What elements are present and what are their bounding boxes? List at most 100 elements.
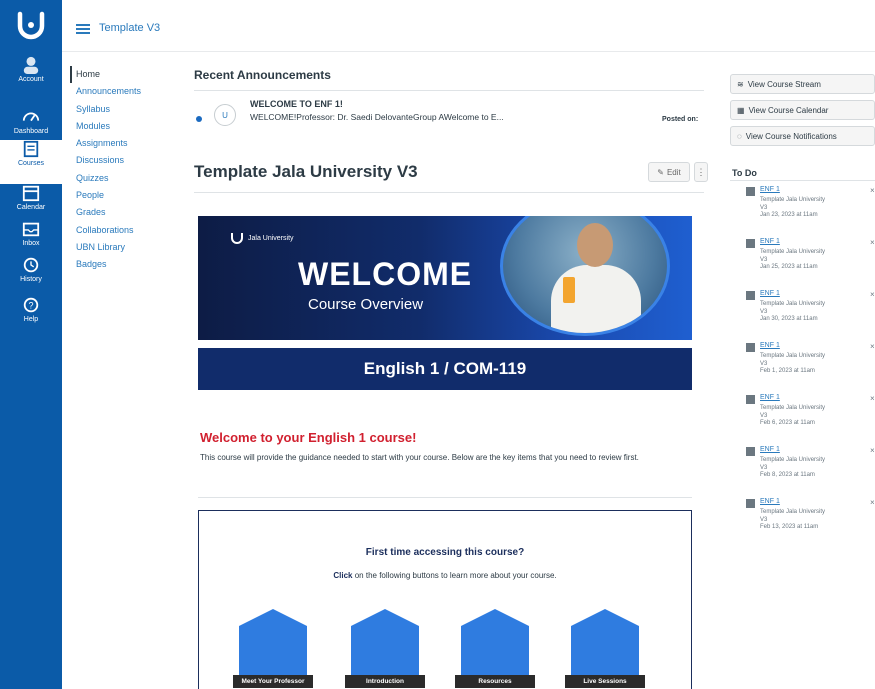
first-access-box: First time accessing this course? Click … bbox=[198, 510, 692, 689]
view-course-notifications-button[interactable]: ◌ View Course Notifications bbox=[730, 126, 875, 146]
banner-welcome: WELCOME bbox=[298, 256, 473, 292]
assignment-icon bbox=[746, 499, 755, 508]
todo-course: Template Jala University V3 bbox=[760, 457, 826, 471]
dismiss-icon[interactable]: × bbox=[870, 498, 875, 507]
todo-date: Feb 6, 2023 at 11am bbox=[760, 420, 815, 426]
banner-logo: Jala University bbox=[230, 232, 294, 244]
banner-brand: Jala University bbox=[248, 234, 294, 242]
edit-label: Edit bbox=[666, 167, 681, 177]
calendar-icon bbox=[22, 185, 40, 202]
todo-title: To Do bbox=[732, 168, 757, 178]
courses-icon bbox=[23, 140, 39, 158]
announcement-heading[interactable]: WELCOME TO ENF 1! bbox=[250, 99, 343, 109]
live-sessions-image bbox=[571, 609, 639, 677]
intro-heading: Welcome to your English 1 course! bbox=[200, 430, 417, 445]
global-nav: Account Dashboard Courses Calendar Inbox… bbox=[0, 0, 62, 689]
nav-help[interactable]: ? Help bbox=[0, 296, 62, 340]
history-icon bbox=[23, 257, 39, 273]
nav-label: Calendar bbox=[16, 204, 46, 211]
bell-icon: ◌ bbox=[737, 131, 742, 141]
course-nav-syllabus[interactable]: Syllabus bbox=[70, 101, 180, 118]
dismiss-icon[interactable]: × bbox=[870, 238, 875, 247]
nav-history[interactable]: History bbox=[0, 256, 62, 300]
todo-link[interactable]: ENF 1 bbox=[760, 290, 780, 297]
more-options-button[interactable]: ⋮ bbox=[694, 162, 708, 182]
dismiss-icon[interactable]: × bbox=[870, 186, 875, 195]
todo-course: Template Jala University V3 bbox=[760, 249, 826, 263]
assignment-icon bbox=[746, 343, 755, 352]
todo-date: Jan 23, 2023 at 11am bbox=[760, 212, 818, 218]
todo-course: Template Jala University V3 bbox=[760, 301, 826, 315]
page-title: Template Jala University V3 bbox=[194, 162, 418, 181]
todo-link[interactable]: ENF 1 bbox=[760, 342, 780, 349]
dismiss-icon[interactable]: × bbox=[870, 394, 875, 403]
assignment-icon bbox=[746, 395, 755, 404]
announcement-posted: Posted on: bbox=[662, 116, 699, 123]
todo-course: Template Jala University V3 bbox=[760, 197, 826, 211]
university-logo[interactable] bbox=[8, 6, 54, 46]
first-access-question: First time accessing this course? bbox=[365, 547, 525, 558]
nav-label: Courses bbox=[17, 160, 45, 167]
todo-link[interactable]: ENF 1 bbox=[760, 394, 780, 401]
announcement-preview[interactable]: WELCOME!Professor: Dr. Saedi DelovanteGr… bbox=[250, 112, 504, 122]
todo-course: Template Jala University V3 bbox=[760, 405, 826, 419]
live-sessions-tile[interactable]: Live Sessions bbox=[565, 609, 645, 689]
course-nav-assignments[interactable]: Assignments bbox=[70, 135, 180, 152]
todo-link[interactable]: ENF 1 bbox=[760, 446, 780, 453]
view-course-calendar-button[interactable]: ▦ View Course Calendar bbox=[730, 100, 875, 120]
todo-link[interactable]: ENF 1 bbox=[760, 186, 780, 193]
assignment-icon bbox=[746, 447, 755, 456]
course-nav-modules[interactable]: Modules bbox=[70, 118, 180, 135]
course-nav-grades[interactable]: Grades bbox=[70, 204, 180, 221]
button-label: View Course Notifications bbox=[745, 131, 837, 141]
nav-label: Dashboard bbox=[13, 128, 49, 135]
tile-label: Meet Your Professor bbox=[233, 675, 313, 688]
introduction-image bbox=[351, 609, 419, 677]
announcements-title: Recent Announcements bbox=[194, 68, 331, 82]
tile-label: Live Sessions bbox=[565, 675, 645, 688]
breadcrumb[interactable]: Template V3 bbox=[99, 22, 160, 34]
nav-label: Inbox bbox=[22, 240, 40, 247]
tile-label: Introduction bbox=[345, 675, 425, 688]
introduction-tile[interactable]: Introduction bbox=[345, 609, 425, 689]
course-nav-home[interactable]: Home bbox=[70, 66, 180, 84]
main-content: Recent Announcements U WELCOME TO ENF 1!… bbox=[186, 52, 716, 689]
dismiss-icon[interactable]: × bbox=[870, 446, 875, 455]
page-header: Template V3 bbox=[62, 0, 875, 52]
divider bbox=[198, 497, 692, 498]
course-nav: Home Announcements Syllabus Modules Assi… bbox=[70, 66, 180, 274]
course-nav-library[interactable]: UBN Library bbox=[70, 239, 180, 256]
logo-icon bbox=[17, 11, 45, 40]
course-nav-collaborations[interactable]: Collaborations bbox=[70, 222, 180, 239]
course-code-bar: English 1 / COM-119 bbox=[198, 348, 692, 390]
meet-professor-tile[interactable]: Meet Your Professor bbox=[233, 609, 313, 689]
dismiss-icon[interactable]: × bbox=[870, 290, 875, 299]
todo-link[interactable]: ENF 1 bbox=[760, 498, 780, 505]
hamburger-menu-icon[interactable] bbox=[76, 24, 90, 34]
welcome-banner: Jala University WELCOME Course Overview bbox=[198, 216, 692, 340]
assignment-icon bbox=[746, 291, 755, 300]
view-course-stream-button[interactable]: ≋ View Course Stream bbox=[730, 74, 875, 94]
resources-tile[interactable]: Resources bbox=[455, 609, 535, 689]
first-access-instruction: Click on the following buttons to learn … bbox=[199, 571, 691, 580]
course-nav-people[interactable]: People bbox=[70, 187, 180, 204]
nav-courses[interactable]: Courses bbox=[0, 140, 62, 184]
banner-overview: Course Overview bbox=[308, 296, 424, 313]
nav-label: History bbox=[20, 276, 42, 283]
todo-date: Feb 13, 2023 at 11am bbox=[760, 524, 819, 530]
assignment-icon bbox=[746, 187, 755, 196]
nav-account[interactable]: Account bbox=[0, 56, 62, 100]
inbox-icon bbox=[22, 222, 40, 237]
dismiss-icon[interactable]: × bbox=[870, 342, 875, 351]
course-nav-announcements[interactable]: Announcements bbox=[70, 83, 180, 100]
course-nav-discussions[interactable]: Discussions bbox=[70, 152, 180, 169]
todo-course: Template Jala University V3 bbox=[760, 353, 826, 367]
course-nav-quizzes[interactable]: Quizzes bbox=[70, 170, 180, 187]
divider bbox=[194, 192, 704, 193]
todo-link[interactable]: ENF 1 bbox=[760, 238, 780, 245]
course-nav-badges[interactable]: Badges bbox=[70, 256, 180, 273]
click-word: Click bbox=[333, 571, 353, 580]
edit-button[interactable]: ✎ Edit bbox=[648, 162, 690, 182]
avatar: U bbox=[214, 104, 236, 126]
divider bbox=[730, 180, 875, 181]
